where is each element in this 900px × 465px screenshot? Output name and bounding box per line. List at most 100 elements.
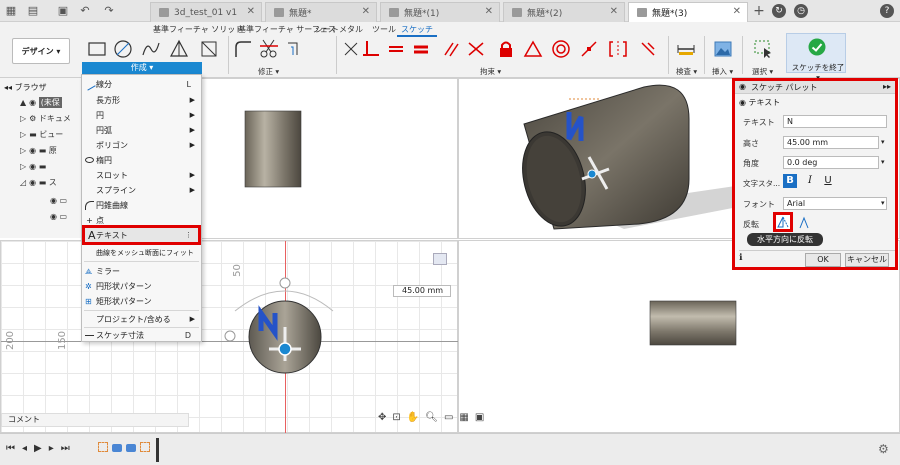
cancel-button[interactable]: キャンセル	[845, 253, 889, 267]
browser-item[interactable]: ◿ ◉ ▬ ス	[20, 176, 57, 188]
grid-apps-icon[interactable]: ▦	[4, 4, 18, 18]
collapse-icon[interactable]: ◉	[739, 82, 746, 91]
tab-tools[interactable]: ツール	[372, 24, 396, 35]
select-icon[interactable]	[752, 38, 774, 60]
browser-item[interactable]: ◉ ▭	[50, 210, 67, 222]
browser-item[interactable]: ▲ ◉ (未保	[20, 96, 62, 108]
file-menu-icon[interactable]: ▤	[26, 4, 40, 18]
menu-item-fit-curves[interactable]: 曲線をメッシュ断面にフィット	[82, 246, 201, 260]
spline-tool-icon[interactable]	[140, 38, 162, 60]
extensions-icon[interactable]: ↻	[772, 4, 786, 18]
go-to-end-icon[interactable]: ⏭	[61, 443, 70, 454]
menu-item-circular-pattern[interactable]: ✲ 円形状パターン	[82, 279, 201, 293]
tab-sheet-metal[interactable]: シートメタル	[315, 24, 363, 35]
measure-icon[interactable]	[675, 38, 697, 60]
polygon-tool-icon[interactable]	[168, 38, 190, 60]
more-options-icon[interactable]: ⋮	[185, 231, 192, 239]
curvature-constraint-icon[interactable]	[637, 38, 659, 60]
eye-icon[interactable]: ◉	[29, 146, 36, 155]
insert-image-icon[interactable]	[712, 38, 734, 60]
height-input[interactable]: 45.00 mm	[783, 136, 879, 149]
eye-icon[interactable]: ◉	[29, 98, 36, 107]
play-icon[interactable]: ▶	[34, 443, 42, 454]
eye-icon[interactable]: ◉	[50, 212, 57, 221]
menu-item-polygon[interactable]: ポリゴン ▶	[82, 138, 201, 152]
inspect-menu-button[interactable]: 検査 ▾	[676, 66, 697, 77]
document-tab-1[interactable]: 無題* ✕	[265, 2, 377, 22]
menu-item-sketch-dimension[interactable]: スケッチ寸法 D	[82, 328, 201, 342]
fix-constraint-icon[interactable]	[495, 38, 517, 60]
close-icon[interactable]: ✕	[733, 6, 741, 17]
close-icon[interactable]: ✕	[485, 6, 493, 17]
chevron-down-icon[interactable]: ▾	[881, 158, 885, 166]
symmetry-constraint-icon[interactable]	[607, 38, 629, 60]
browser-item[interactable]: ▷ ◉ ▬	[20, 160, 46, 172]
expand-icon[interactable]: ▸▸	[883, 82, 891, 91]
browser-item[interactable]: ▷ ⚙ ドキュメ	[20, 112, 71, 124]
close-icon[interactable]: ✕	[362, 6, 370, 17]
trim-tool-icon[interactable]	[258, 38, 280, 60]
workspace-design-button[interactable]: デザイン ▾	[12, 38, 70, 64]
coincident-constraint-icon[interactable]	[340, 38, 362, 60]
viewports-icon[interactable]: ▣	[475, 412, 484, 428]
mirror-tool-icon[interactable]	[198, 38, 220, 60]
concentric-constraint-icon[interactable]	[550, 38, 572, 60]
browser-item[interactable]: ▷ ◉ ▬ 原	[20, 144, 57, 156]
new-tab-icon[interactable]: +	[752, 4, 766, 18]
browser-item[interactable]: ▷ ▬ ビュー	[20, 128, 63, 140]
finish-sketch-button[interactable]: スケッチを終了 ▾	[786, 33, 846, 82]
rectangle-tool-icon[interactable]	[86, 38, 108, 60]
close-icon[interactable]: ✕	[247, 6, 255, 17]
horizontal-constraint-icon[interactable]	[385, 38, 407, 60]
flip-vertical-button[interactable]	[797, 216, 811, 230]
step-back-icon[interactable]: ◂	[22, 443, 27, 454]
document-tab-2[interactable]: 無題*(1) ✕	[380, 2, 500, 22]
sketch-feature-icon[interactable]	[140, 442, 150, 452]
perpendicular-constraint-icon[interactable]	[360, 38, 382, 60]
step-forward-icon[interactable]: ▸	[49, 443, 54, 454]
menu-item-ellipse[interactable]: 楕円	[82, 153, 201, 167]
angle-input[interactable]: 0.0 deg	[783, 156, 879, 169]
palette-header[interactable]: ◉ スケッチ パレット ▸▸	[735, 81, 895, 94]
equal-constraint-icon[interactable]	[410, 38, 432, 60]
browser-header[interactable]: ◂◂ ブラウザ	[4, 82, 47, 93]
look-at-icon[interactable]: ⊡	[392, 412, 400, 428]
undo-icon[interactable]: ↶	[78, 4, 92, 18]
dimension-input[interactable]: 45.00 mm	[393, 285, 451, 297]
close-icon[interactable]: ✕	[610, 6, 618, 17]
offset-tool-icon[interactable]	[284, 38, 306, 60]
insert-menu-button[interactable]: 挿入 ▾	[712, 66, 733, 77]
viewport-sketch[interactable]: 50 150 200 45.00 mm コメント	[0, 240, 459, 434]
create-menu-button[interactable]: 作成 ▾	[82, 62, 202, 74]
extrude-feature-icon[interactable]	[126, 444, 136, 452]
section-header[interactable]: ◉ テキスト	[739, 97, 780, 108]
menu-item-slot[interactable]: スロット ▶	[82, 168, 201, 182]
info-icon[interactable]: ℹ	[739, 253, 742, 263]
menu-item-project-include[interactable]: プロジェクト/含める ▶	[82, 312, 201, 326]
redo-icon[interactable]: ↷	[102, 4, 116, 18]
document-tab-3[interactable]: 無題*(2) ✕	[503, 2, 625, 22]
job-status-icon[interactable]: ◷	[794, 4, 808, 18]
browser-item[interactable]: ◉ ▭	[50, 194, 67, 206]
tab-solid[interactable]: 基準フィーチャ ソリッド	[153, 24, 243, 35]
select-menu-button[interactable]: 選択 ▾	[752, 66, 773, 77]
go-to-start-icon[interactable]: ⏮	[6, 443, 15, 454]
document-tab-active[interactable]: 無題*(3) ✕	[628, 2, 748, 22]
eye-icon[interactable]: ◉	[29, 162, 36, 171]
extrude-feature-icon[interactable]	[112, 444, 122, 452]
font-select[interactable]: Arial	[783, 197, 887, 210]
menu-item-arc[interactable]: 円弧 ▶	[82, 123, 201, 137]
menu-item-rectangle[interactable]: 長方形 ▶	[82, 93, 201, 107]
menu-item-conic[interactable]: 円錐曲線	[82, 198, 201, 212]
display-settings-icon[interactable]: ▭	[444, 412, 453, 428]
menu-item-line[interactable]: 線分 L	[82, 77, 201, 91]
eye-icon[interactable]: ◉	[29, 178, 36, 187]
parallel-constraint-icon[interactable]	[440, 38, 462, 60]
menu-item-rectangular-pattern[interactable]: ⊞ 矩形状パターン	[82, 294, 201, 308]
circle-tool-icon[interactable]	[112, 38, 134, 60]
sketch-feature-icon[interactable]	[98, 442, 108, 452]
flip-horizontal-button[interactable]	[773, 212, 793, 232]
bold-button[interactable]: B	[783, 174, 797, 188]
orbit-icon[interactable]: ✥	[378, 412, 386, 428]
save-icon[interactable]: ▣	[56, 4, 70, 18]
